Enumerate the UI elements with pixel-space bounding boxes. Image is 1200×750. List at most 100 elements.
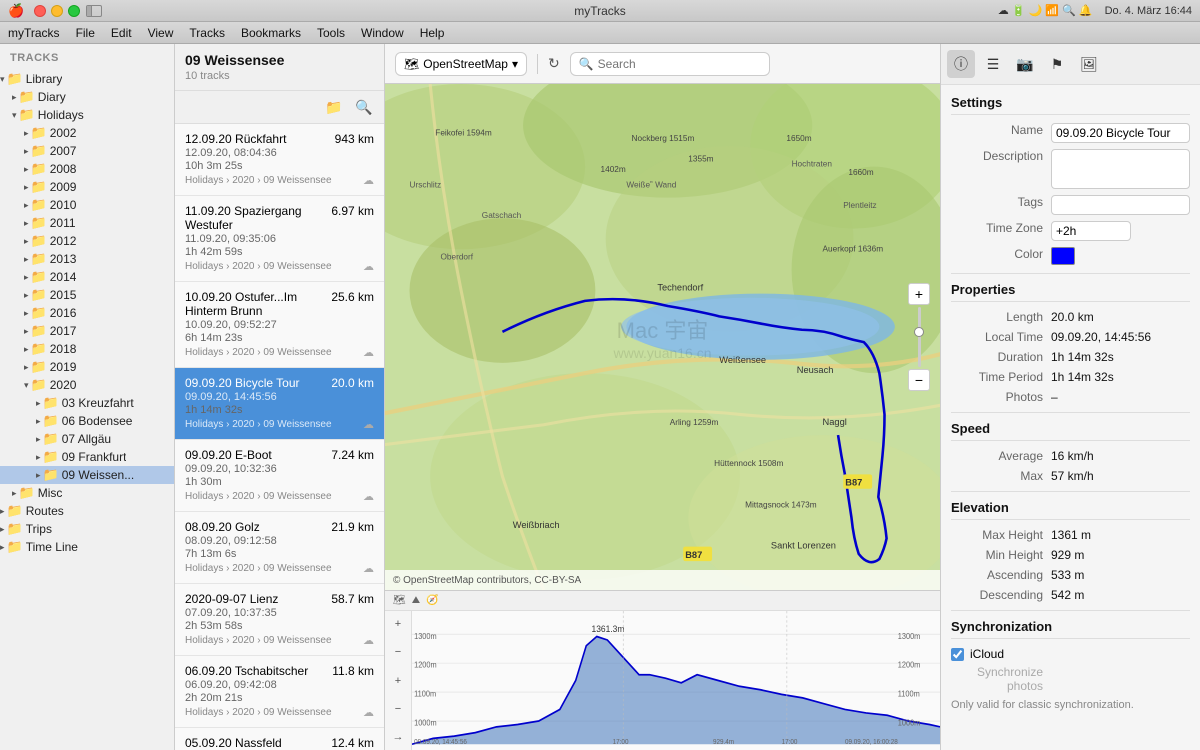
zoom-slider[interactable] xyxy=(908,307,930,367)
search-input[interactable] xyxy=(598,57,761,71)
sidebar-item-misc[interactable]: ▸📁Misc xyxy=(0,484,174,502)
zoom-in-button[interactable]: + xyxy=(908,283,930,305)
photo-tab[interactable]: 🖼 xyxy=(1075,50,1103,78)
sidebar-item-2020[interactable]: ▾📁2020 xyxy=(0,376,174,394)
sidebar-item-label: 2019 xyxy=(50,360,77,374)
sidebar-item-routes[interactable]: ▸📁Routes xyxy=(0,502,174,520)
elevation-separator xyxy=(951,491,1190,492)
chevron-icon: ▸ xyxy=(36,434,41,445)
search-box[interactable]: 🔍 xyxy=(570,52,770,76)
chevron-icon: ▸ xyxy=(24,128,29,139)
sidebar-item-holidays[interactable]: ▾📁Holidays xyxy=(0,106,174,124)
map-container[interactable]: Techendorf Weißensee Neusach Naggl Oberd… xyxy=(385,84,940,590)
sidebar-item-2019[interactable]: ▸📁2019 xyxy=(0,358,174,376)
refresh-button[interactable]: ↻ xyxy=(548,55,560,72)
elev-zoom-in[interactable]: + xyxy=(389,615,407,633)
description-input[interactable] xyxy=(1051,149,1190,189)
close-button[interactable] xyxy=(34,5,46,17)
sidebar-item-timeline[interactable]: ▸📁Time Line xyxy=(0,538,174,556)
elev-zoom-in-h[interactable]: + xyxy=(389,672,407,690)
track-item[interactable]: 09.09.20 E-Boot 7.24 km 09.09.20, 10:32:… xyxy=(175,440,384,512)
info-tab[interactable]: ⓘ xyxy=(947,50,975,78)
sidebar-toggle[interactable] xyxy=(86,5,102,17)
menu-mytracks[interactable]: myTracks xyxy=(8,26,60,40)
menu-file[interactable]: File xyxy=(76,26,95,40)
track-item[interactable]: 08.09.20 Golz 21.9 km 08.09.20, 09:12:58… xyxy=(175,512,384,584)
sidebar-item-2007[interactable]: ▸📁2007 xyxy=(0,142,174,160)
elev-arrow[interactable]: → xyxy=(389,728,407,746)
max-height-label: Max Height xyxy=(951,528,1051,542)
sidebar-item-2015[interactable]: ▸📁2015 xyxy=(0,286,174,304)
menu-window[interactable]: Window xyxy=(361,26,404,40)
camera-tab[interactable]: 📷 xyxy=(1011,50,1039,78)
tracklist-items[interactable]: 12.09.20 Rückfahrt 943 km 12.09.20, 08:0… xyxy=(175,124,384,750)
timezone-input[interactable] xyxy=(1051,221,1131,241)
max-height-row: Max Height 1361 m xyxy=(951,528,1190,542)
sidebar-item-2011[interactable]: ▸📁2011 xyxy=(0,214,174,232)
elev-zoom-out-h[interactable]: − xyxy=(389,700,407,718)
svg-text:09.09.20, 16:00:28: 09.09.20, 16:00:28 xyxy=(845,739,898,746)
color-picker[interactable] xyxy=(1051,247,1075,265)
sidebar-item-2008[interactable]: ▸📁2008 xyxy=(0,160,174,178)
tracklist-folder-button[interactable]: 📁 xyxy=(322,95,346,119)
track-path-row: Holidays › 2020 › 09 Weissensee ☁ xyxy=(185,562,374,575)
sidebar-item-2009[interactable]: ▸📁2009 xyxy=(0,178,174,196)
track-item[interactable]: 05.09.20 Nassfeld 12.4 km 05.09.20, 10:2… xyxy=(175,728,384,750)
sidebar-item-03kreuzfahrt[interactable]: ▸📁03 Kreuzfahrt xyxy=(0,394,174,412)
sidebar-item-trips[interactable]: ▸📁Trips xyxy=(0,520,174,538)
chevron-icon: ▸ xyxy=(36,452,41,463)
menu-help[interactable]: Help xyxy=(420,26,445,40)
sidebar-item-2016[interactable]: ▸📁2016 xyxy=(0,304,174,322)
track-item[interactable]: 12.09.20 Rückfahrt 943 km 12.09.20, 08:0… xyxy=(175,124,384,196)
sidebar-item-09frankfurt[interactable]: ▸📁09 Frankfurt xyxy=(0,448,174,466)
min-height-value: 929 m xyxy=(1051,548,1190,562)
folder-icon: 📁 xyxy=(31,287,47,303)
sidebar-item-09weissen[interactable]: ▸📁09 Weissen... xyxy=(0,466,174,484)
min-height-row: Min Height 929 m xyxy=(951,548,1190,562)
name-input[interactable] xyxy=(1051,123,1190,143)
sidebar-item-07allgau[interactable]: ▸📁07 Allgäu xyxy=(0,430,174,448)
chevron-icon: ▸ xyxy=(24,182,29,193)
track-path: Holidays › 2020 › 09 Weissensee xyxy=(185,635,332,646)
sidebar-item-2018[interactable]: ▸📁2018 xyxy=(0,340,174,358)
track-item[interactable]: 2020-09-07 Lienz 58.7 km 07.09.20, 10:37… xyxy=(175,584,384,656)
tracklist-search-button[interactable]: 🔍 xyxy=(352,95,376,119)
sidebar-item-label: 2014 xyxy=(50,270,77,284)
elev-zoom-out[interactable]: − xyxy=(389,643,407,661)
icloud-checkbox[interactable] xyxy=(951,648,964,661)
menu-tracks[interactable]: Tracks xyxy=(189,26,225,40)
svg-text:1300m: 1300m xyxy=(898,631,921,640)
sidebar: Tracks ▾📁Library▸📁Diary▾📁Holidays▸📁2002▸… xyxy=(0,44,175,750)
track-item[interactable]: 06.09.20 Tschabitscher 11.8 km 06.09.20,… xyxy=(175,656,384,728)
menu-edit[interactable]: Edit xyxy=(111,26,132,40)
chevron-icon: ▸ xyxy=(24,326,29,337)
track-date: 09.09.20, 14:45:56 xyxy=(185,391,374,403)
menu-bookmarks[interactable]: Bookmarks xyxy=(241,26,301,40)
sidebar-item-2012[interactable]: ▸📁2012 xyxy=(0,232,174,250)
sidebar-tree[interactable]: ▾📁Library▸📁Diary▾📁Holidays▸📁2002▸📁2007▸📁… xyxy=(0,68,174,750)
sidebar-item-library[interactable]: ▾📁Library xyxy=(0,70,174,88)
track-item[interactable]: 10.09.20 Ostufer...Im Hinterm Brunn 25.6… xyxy=(175,282,384,368)
track-item[interactable]: 11.09.20 Spaziergang Westufer 6.97 km 11… xyxy=(175,196,384,282)
sidebar-item-diary[interactable]: ▸📁Diary xyxy=(0,88,174,106)
folder-icon: 📁 xyxy=(19,107,35,123)
flag-tab[interactable]: ⚑ xyxy=(1043,50,1071,78)
sidebar-item-2017[interactable]: ▸📁2017 xyxy=(0,322,174,340)
maximize-button[interactable] xyxy=(68,5,80,17)
zoom-out-button[interactable]: − xyxy=(908,369,930,391)
sidebar-item-2013[interactable]: ▸📁2013 xyxy=(0,250,174,268)
tags-input[interactable] xyxy=(1051,195,1190,215)
sidebar-item-2014[interactable]: ▸📁2014 xyxy=(0,268,174,286)
sidebar-item-2010[interactable]: ▸📁2010 xyxy=(0,196,174,214)
system-icons: ☁ 🔋 🌙 📶 🔍 🔔 xyxy=(998,4,1093,17)
menu-tools[interactable]: Tools xyxy=(317,26,345,40)
track-item[interactable]: 09.09.20 Bicycle Tour 20.0 km 09.09.20, … xyxy=(175,368,384,440)
properties-separator xyxy=(951,273,1190,274)
minimize-button[interactable] xyxy=(51,5,63,17)
map-type-button[interactable]: 🗺 OpenStreetMap ▾ xyxy=(395,52,527,76)
sync-photos-label: Synchronize photos xyxy=(951,665,1051,693)
menu-view[interactable]: View xyxy=(148,26,174,40)
list-tab[interactable]: ☰ xyxy=(979,50,1007,78)
sidebar-item-06bodensee[interactable]: ▸📁06 Bodensee xyxy=(0,412,174,430)
sidebar-item-2002[interactable]: ▸📁2002 xyxy=(0,124,174,142)
